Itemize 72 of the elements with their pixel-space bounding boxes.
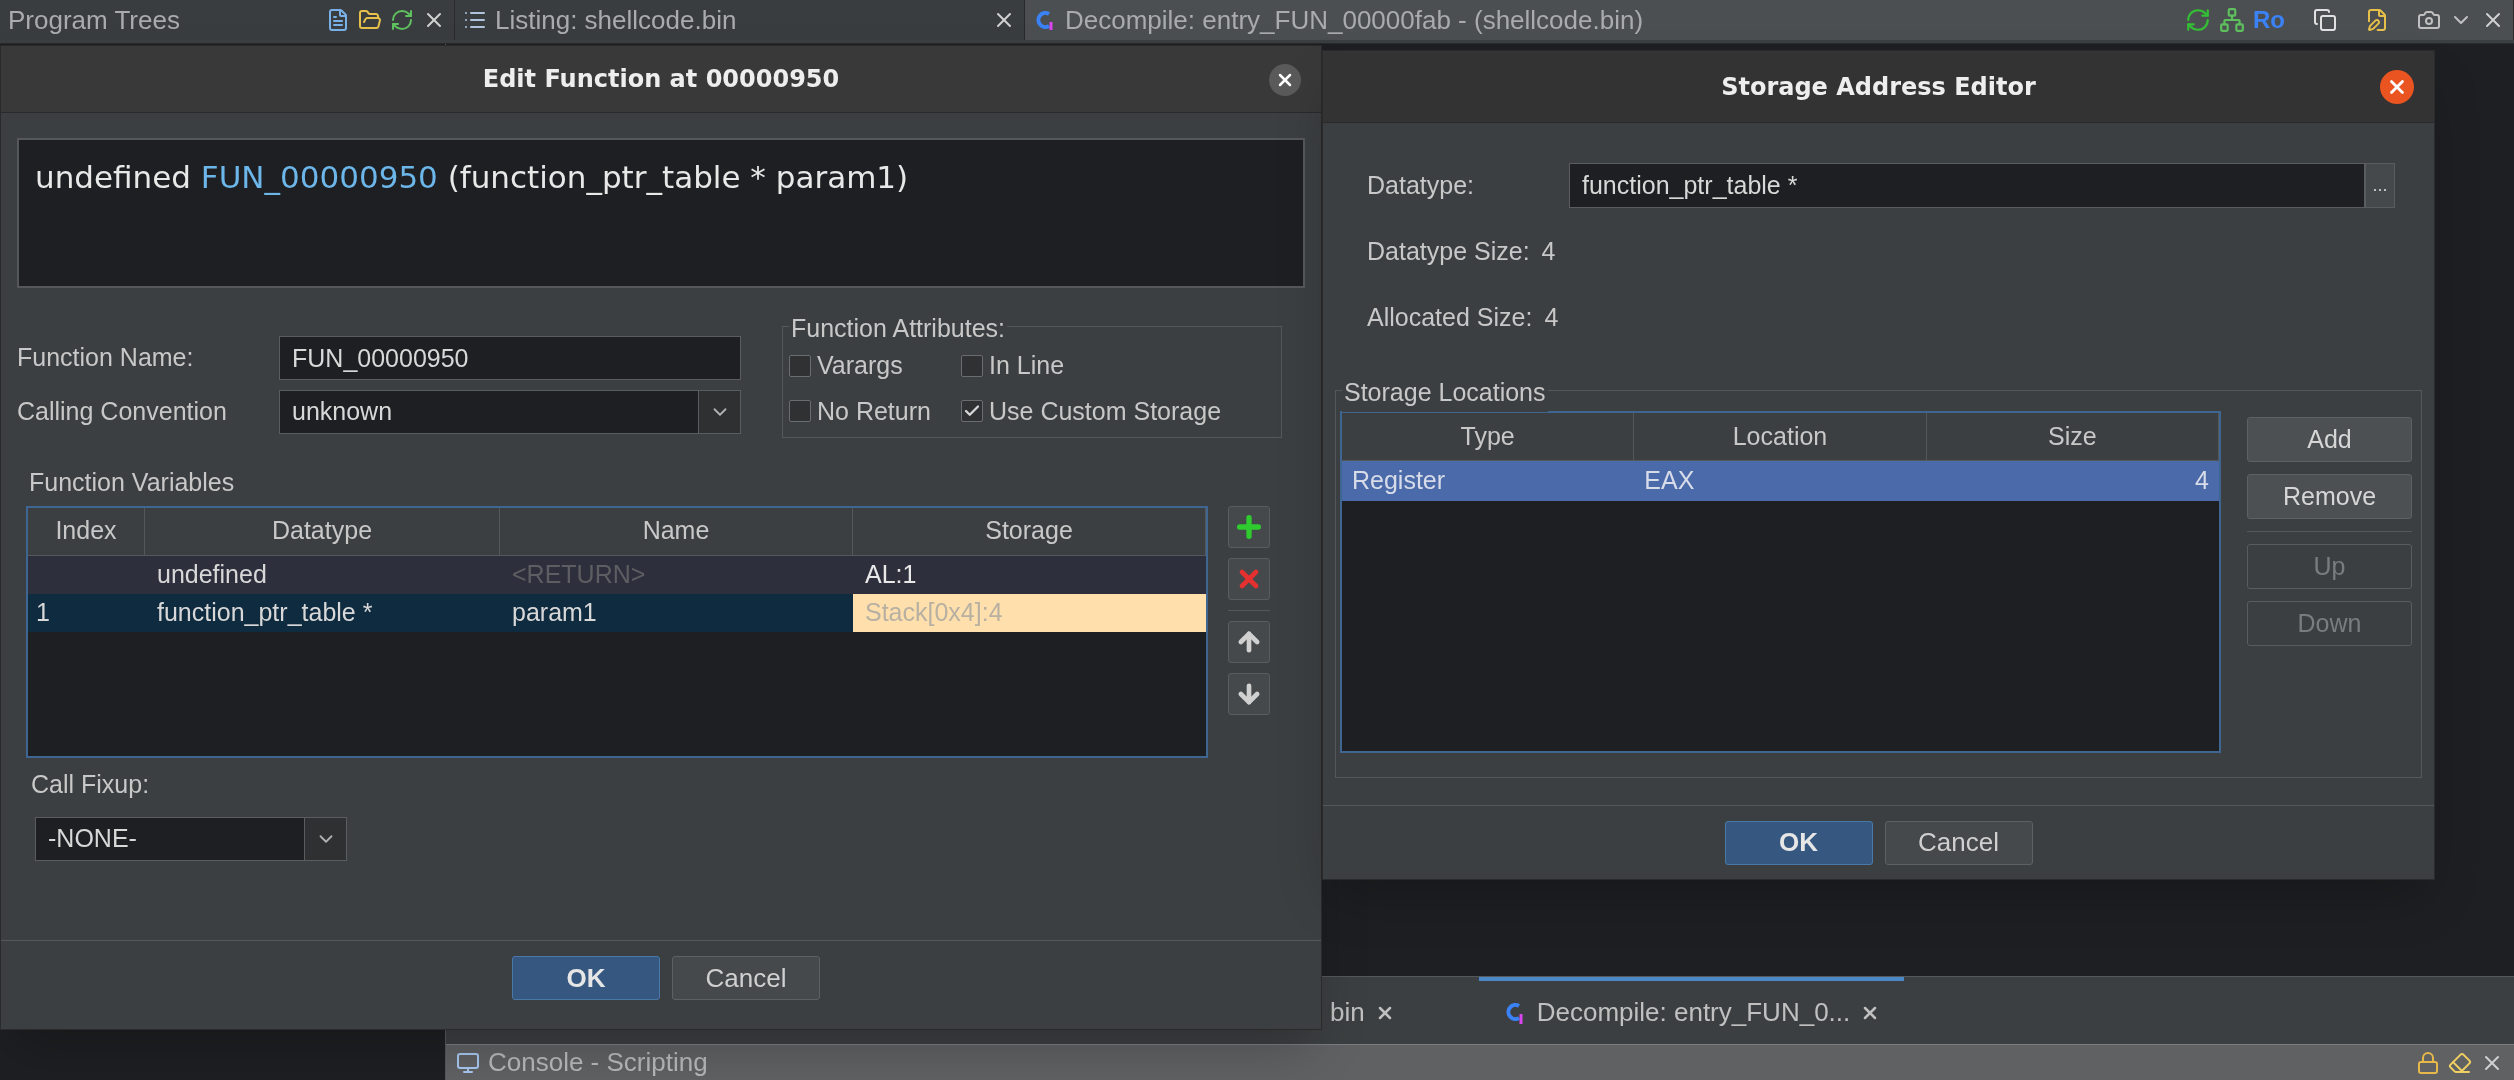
field-value: 4 (1544, 302, 1559, 334)
cancel-button[interactable]: Cancel (672, 956, 820, 1000)
column-header[interactable]: Datatype (145, 507, 500, 555)
table-cell-text: param1 (511, 596, 598, 628)
table-cell-text: function_ptr_table * (156, 596, 374, 628)
panel-tab[interactable]: bin (1306, 977, 1419, 1044)
table-cell-text: undefined (156, 558, 268, 590)
dialog-title: Edit Function at 00000950 (482, 64, 840, 95)
tab-label: Decompile: entry_FUN_00000fab - (shellcode.bin) (1065, 3, 1644, 37)
column-header[interactable]: Index (28, 507, 145, 555)
table-cell-text: AL:1 (864, 558, 918, 590)
add-button[interactable] (1228, 505, 1270, 548)
close-button[interactable] (2380, 70, 2414, 104)
field-label: Function Name: (17, 342, 195, 374)
checkbox[interactable] (961, 354, 983, 377)
ok-button[interactable]: OK (1724, 820, 1873, 865)
move-up-button[interactable] (1228, 620, 1270, 663)
panel-title: Console - Scripting (488, 1046, 708, 1079)
close-button[interactable] (1269, 64, 1301, 96)
monitor-icon (456, 1050, 480, 1075)
section-title: Function Variables (29, 467, 236, 498)
tab-label: Decompile: entry_FUN_0... (1536, 996, 1851, 1029)
tab-label: bin (1330, 996, 1365, 1029)
copy-icon[interactable] (2313, 8, 2337, 32)
field-label: Datatype Size: (1367, 236, 1530, 268)
checkbox-label: Varargs (817, 350, 903, 381)
tab-label: Listing: shellcode.bin (495, 3, 737, 37)
document-icon[interactable] (326, 8, 350, 32)
ok-button[interactable]: OK (512, 956, 660, 1000)
column-header[interactable]: Name (500, 507, 853, 555)
panel-tab[interactable]: Decompile: entry_FUN_00000fab - (shellcode.bin) Ro (1025, 0, 2514, 40)
call-fixup-dropdown[interactable]: -NONE- (35, 817, 347, 861)
eraser-icon[interactable] (2448, 1050, 2472, 1075)
edit-icon[interactable] (2365, 8, 2389, 32)
browse-button[interactable]: ... (2365, 163, 2395, 208)
column-header[interactable]: Size (1926, 413, 2219, 460)
checkbox-label: No Return (817, 395, 931, 427)
table-cell-text: Register (1351, 465, 1447, 497)
table-row[interactable]: 1 function_ptr_table * param1 Stack[0x4]:4 (28, 593, 1206, 632)
field-label: Allocated Size: (1367, 302, 1533, 334)
side-button[interactable]: Add (2247, 417, 2412, 462)
move-down-button[interactable] (1228, 672, 1270, 715)
graph-icon[interactable] (2219, 7, 2245, 33)
cancel-button[interactable]: Cancel (1884, 820, 2033, 865)
refresh-icon[interactable] (2185, 7, 2211, 33)
folder-icon[interactable] (358, 8, 382, 32)
field-label: Calling Convention (17, 396, 228, 428)
camera-icon[interactable] (2417, 8, 2441, 32)
checkbox-label: In Line (989, 350, 1065, 381)
signature-box[interactable]: undefined FUN_00000950 (function_ptr_table * param1) (17, 138, 1305, 288)
tab-label: Program Trees (8, 3, 180, 37)
refresh-icon[interactable] (390, 8, 414, 32)
side-button[interactable]: Remove (2247, 474, 2412, 519)
table-cell-text: EAX (1643, 465, 1696, 497)
field-label: Call Fixup: (31, 768, 151, 800)
column-header[interactable]: Type (1342, 413, 1635, 460)
checkbox[interactable] (789, 400, 811, 423)
checkbox[interactable] (961, 400, 983, 423)
lock-icon[interactable] (2416, 1050, 2440, 1075)
function-name-field[interactable]: FUN_00000950 (279, 336, 741, 380)
checkbox[interactable] (789, 354, 811, 377)
field-label: Datatype: (1367, 169, 1475, 201)
field-value: 4 (1541, 236, 1556, 268)
column-header[interactable]: Storage (853, 507, 1206, 555)
datatype-field[interactable]: function_ptr_table * (1569, 163, 2365, 208)
dialog-title: Storage Address Editor (1721, 71, 2036, 103)
table-row[interactable]: Register EAX 4 (1342, 461, 2219, 501)
table-cell-text: 4 (2194, 465, 2210, 497)
table-cell-text: 1 (35, 596, 51, 628)
column-header[interactable]: Location (1634, 413, 1927, 460)
checkbox-label: Use Custom Storage (989, 395, 1222, 427)
calling-convention-dropdown[interactable]: unknown (279, 390, 741, 434)
